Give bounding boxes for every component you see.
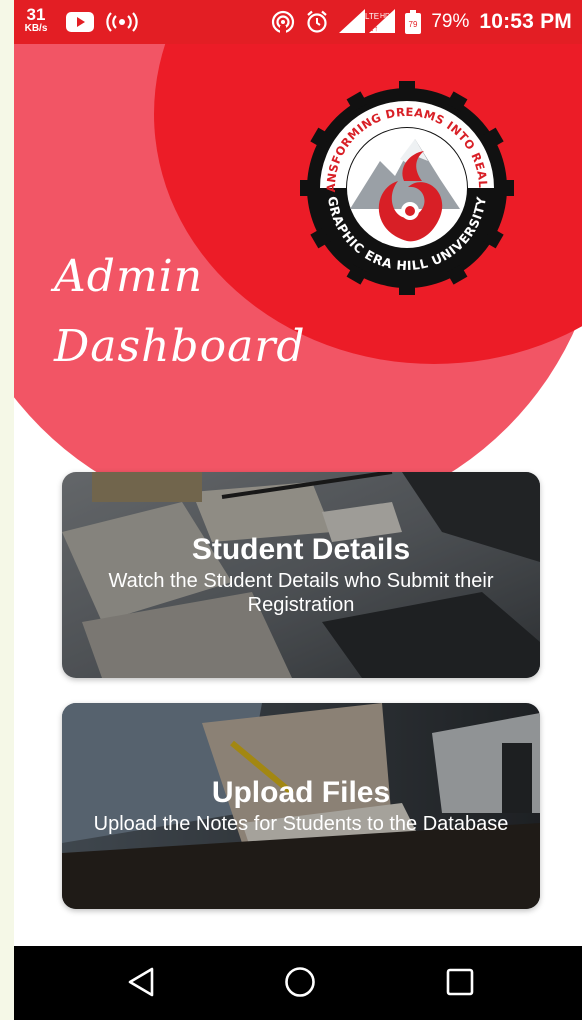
university-logo: TRANSFORMING DREAMS INTO REALITY GRAPHIC… <box>300 81 514 295</box>
home-icon[interactable] <box>284 966 316 998</box>
recents-icon[interactable] <box>446 968 474 996</box>
network-speed-value: 31 <box>26 5 46 24</box>
clock-time: 10:53 PM <box>479 10 572 33</box>
upload-files-subtitle: Upload the Notes for Students to the Dat… <box>93 813 509 835</box>
upload-files-card[interactable]: Upload Files Upload the Notes for Studen… <box>62 703 540 909</box>
status-right-group: LTE HD ↓↑ 79 79% 10:53 PM <box>271 0 572 44</box>
header-area: Admin Dashboard ANSFORMING DREAMS INTO R… <box>14 44 582 484</box>
svg-text:↓↑: ↓↑ <box>370 24 378 33</box>
back-icon[interactable] <box>126 966 156 998</box>
navigation-bar <box>14 946 582 1020</box>
battery-level-text: 79 <box>409 20 418 29</box>
app-screen: 31 KB/s LTE HD ↓↑ 79 79% 10:53 PM Admin … <box>14 0 582 1020</box>
alarm-icon <box>307 10 328 33</box>
student-details-card[interactable]: Student Details Watch the Student Detail… <box>62 472 540 678</box>
battery-icon: 79 <box>405 10 422 34</box>
signal-lte-hd-icon: LTE HD ↓↑ <box>339 9 396 33</box>
network-speed-unit: KB/s <box>24 23 48 34</box>
student-details-title: Student Details <box>191 533 411 566</box>
svg-text:LTE: LTE <box>365 12 379 21</box>
status-bar: 31 KB/s LTE HD ↓↑ 79 79% 10:53 PM <box>14 0 582 44</box>
student-details-subtitle: Watch the Student Details who Submit the… <box>108 570 494 616</box>
page-title: Admin Dashboard <box>54 251 306 372</box>
upload-files-card-text: Upload Files Upload the Notes for Studen… <box>62 703 540 909</box>
youtube-icon <box>66 12 94 32</box>
hotspot-icon <box>272 10 295 34</box>
student-details-card-text: Student Details Watch the Student Detail… <box>62 472 540 678</box>
network-speed: 31 KB/s <box>22 6 50 34</box>
upload-files-title: Upload Files <box>211 776 391 809</box>
radio-icon <box>106 12 138 32</box>
battery-percent: 79% <box>431 11 470 32</box>
